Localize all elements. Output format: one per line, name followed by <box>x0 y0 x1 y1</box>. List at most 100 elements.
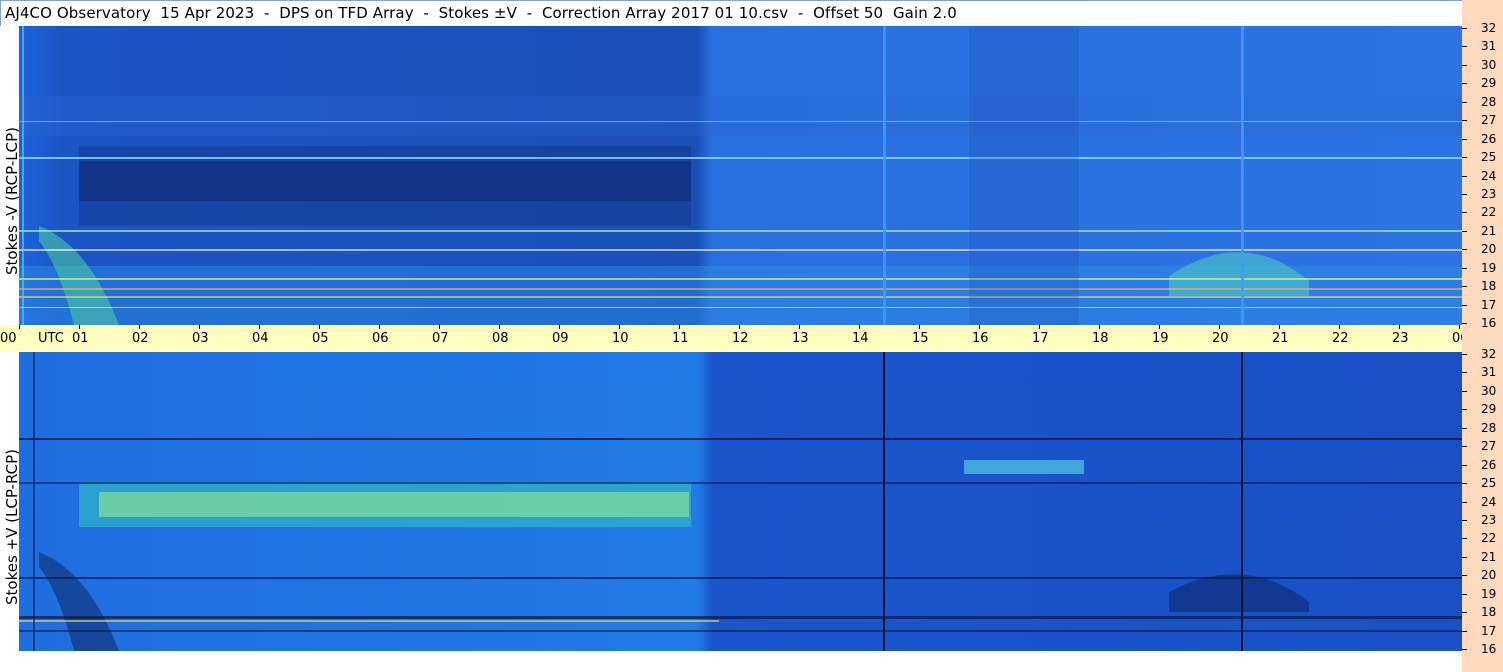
time-tick <box>499 325 500 329</box>
freq-tick <box>1462 305 1467 306</box>
title-bar: AJ4CO Observatory 15 Apr 2023 - DPS on T… <box>0 0 1503 26</box>
freq-tick-label: 28 <box>1481 421 1497 435</box>
freq-tick <box>1462 176 1467 177</box>
freq-tick-label: 22 <box>1481 531 1497 545</box>
freq-tick-label: 27 <box>1481 113 1497 127</box>
time-tick <box>139 325 140 329</box>
time-tick-label: 20 <box>1212 331 1229 346</box>
freq-tick-label: 21 <box>1481 224 1497 238</box>
time-tick <box>19 325 20 329</box>
freq-tick-label: 25 <box>1481 150 1497 164</box>
page-title: AJ4CO Observatory 15 Apr 2023 - DPS on T… <box>5 4 957 22</box>
freq-tick-label: 32 <box>1481 347 1497 361</box>
time-tick-label: 11 <box>672 331 689 346</box>
time-tick-label: 04 <box>252 331 269 346</box>
freq-tick <box>1462 65 1467 66</box>
freq-tick <box>1462 212 1467 213</box>
time-tick <box>1399 325 1400 329</box>
bottom-border <box>0 651 1462 672</box>
time-tick <box>319 325 320 329</box>
freq-tick <box>1462 139 1467 140</box>
time-tick-label: 01 <box>72 331 89 346</box>
time-tick-label: 16 <box>972 331 989 346</box>
time-tick <box>559 325 560 329</box>
time-axis: 00 01 02 03 04 05 06 07 08 09 10 11 12 13 14 15 16 17 18 19… <box>0 325 1501 352</box>
freq-tick <box>1462 446 1467 447</box>
time-tick-label: 18 <box>1092 331 1109 346</box>
freq-tick <box>1462 409 1467 410</box>
freq-tick-label: 30 <box>1481 384 1497 398</box>
freq-tick-label: 26 <box>1481 132 1497 146</box>
freq-tick-label: 17 <box>1481 298 1497 312</box>
freq-tick-label: 18 <box>1481 605 1497 619</box>
spectrogram-bottom-image <box>19 352 1462 651</box>
time-tick-label: 09 <box>552 331 569 346</box>
time-tick <box>79 325 80 329</box>
time-tick <box>379 325 380 329</box>
spectrogram-top <box>19 26 1462 325</box>
utc-label: UTC <box>38 331 64 346</box>
time-tick-label: 03 <box>192 331 209 346</box>
freq-tick-label: 29 <box>1481 402 1497 416</box>
freq-tick-label: 21 <box>1481 550 1497 564</box>
freq-tick <box>1462 520 1467 521</box>
freq-tick <box>1462 194 1467 195</box>
time-tick <box>439 325 440 329</box>
freq-tick <box>1462 612 1467 613</box>
freq-tick <box>1462 594 1467 595</box>
freq-tick <box>1462 502 1467 503</box>
freq-tick-label: 24 <box>1481 495 1497 509</box>
time-tick <box>859 325 860 329</box>
freq-tick-label: 31 <box>1481 365 1497 379</box>
freq-tick <box>1462 28 1467 29</box>
time-tick-label: 13 <box>792 331 809 346</box>
freq-tick <box>1462 372 1467 373</box>
freq-tick-label: 27 <box>1481 439 1497 453</box>
time-tick-label: 08 <box>492 331 509 346</box>
freq-tick <box>1462 538 1467 539</box>
spectrogram-top-image <box>19 26 1462 325</box>
freq-tick-label: 30 <box>1481 58 1497 72</box>
time-tick-label: 22 <box>1332 331 1349 346</box>
freq-tick-label: 23 <box>1481 513 1497 527</box>
time-tick-label: 10 <box>612 331 629 346</box>
freq-tick-label: 31 <box>1481 39 1497 53</box>
time-tick <box>1279 325 1280 329</box>
freq-tick <box>1462 157 1467 158</box>
freq-tick <box>1462 249 1467 250</box>
time-tick <box>1219 325 1220 329</box>
freq-tick <box>1462 391 1467 392</box>
freq-tick <box>1462 575 1467 576</box>
time-tick <box>1039 325 1040 329</box>
time-tick <box>1099 325 1100 329</box>
freq-tick-label: 22 <box>1481 205 1497 219</box>
time-tick <box>619 325 620 329</box>
time-tick-label: 19 <box>1152 331 1169 346</box>
frequency-axis: 32 31 30 29 28 27 26 25 24 23 22 21 20 19 18 17 16 32 31 30… <box>1462 0 1503 672</box>
time-tick-label: 17 <box>1032 331 1049 346</box>
freq-tick <box>1462 46 1467 47</box>
freq-tick-label: 28 <box>1481 95 1497 109</box>
time-tick-label: 06 <box>372 331 389 346</box>
time-tick-label: 05 <box>312 331 329 346</box>
freq-tick-label: 23 <box>1481 187 1497 201</box>
freq-tick <box>1462 231 1467 232</box>
time-tick-label: 23 <box>1392 331 1409 346</box>
freq-tick <box>1462 465 1467 466</box>
freq-tick <box>1462 428 1467 429</box>
freq-tick <box>1462 631 1467 632</box>
time-tick <box>679 325 680 329</box>
time-tick <box>1459 325 1460 329</box>
freq-tick-label: 16 <box>1481 642 1497 656</box>
freq-tick <box>1462 323 1467 324</box>
freq-tick-label: 16 <box>1481 316 1497 330</box>
freq-tick <box>1462 649 1467 650</box>
time-tick-label: 14 <box>852 331 869 346</box>
time-tick <box>259 325 260 329</box>
freq-tick <box>1462 286 1467 287</box>
time-tick <box>919 325 920 329</box>
time-tick-label: 00 <box>0 331 17 346</box>
spectrogram-bottom <box>19 352 1462 651</box>
time-tick-label: 07 <box>432 331 449 346</box>
time-tick-label: 21 <box>1272 331 1289 346</box>
